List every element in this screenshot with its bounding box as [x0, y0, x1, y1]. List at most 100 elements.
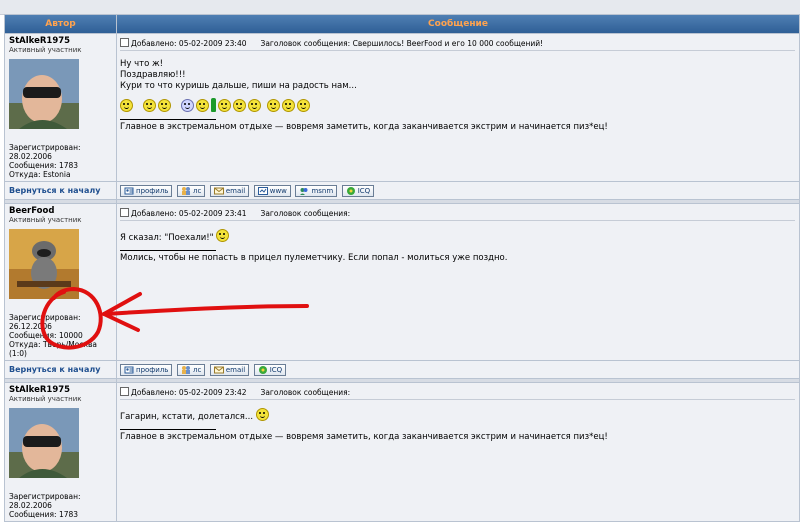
profile-button[interactable]: профиль: [120, 363, 173, 376]
avatar: [9, 408, 79, 478]
back-to-top-link[interactable]: Вернуться к началу: [9, 186, 100, 195]
posted-label: Добавлено:: [131, 209, 177, 218]
avatar: [9, 229, 79, 299]
post-footer-buttons: профиль лс email www msnm ICQ: [117, 182, 799, 199]
envelope-icon: [214, 186, 224, 196]
from-label: Откуда:: [9, 170, 41, 179]
smiley-icon: [297, 98, 310, 112]
post-text-line: Поздравляю!!!: [120, 70, 186, 80]
post-message-cell: Добавлено: 05-02-2009 23:40 Заголовок соо…: [117, 34, 799, 181]
message-count: 1783: [58, 510, 79, 519]
from-label: Откуда:: [9, 340, 41, 349]
messages-label: Сообщения:: [9, 510, 57, 519]
web-icon: [258, 186, 268, 196]
post-date: 05-02-2009 23:42: [178, 388, 247, 397]
author-details: Зарегистрирован: 26.12.2006 Сообщения: 1…: [9, 313, 112, 358]
post-message-cell: Добавлено: 05-02-2009 23:42 Заголовок соо…: [117, 383, 799, 521]
author-rank: Активный участник: [9, 395, 82, 403]
back-to-top-link[interactable]: Вернуться к началу: [9, 365, 100, 374]
post-text-line: Ну что ж!: [120, 59, 164, 69]
forum-topic-table: Автор Сообщение StAlkeR1975 Активный уча…: [4, 14, 800, 522]
post-signature: Главное в экстремальном отдыхе — вовремя…: [120, 432, 608, 442]
envelope-icon: [214, 365, 224, 375]
post-date: 05-02-2009 23:41: [178, 209, 247, 218]
smiley-icon: [248, 98, 261, 112]
signature-divider: [120, 429, 216, 430]
post-date: 05-02-2009 23:40: [178, 39, 247, 48]
post-footer-left: Вернуться к началу: [5, 361, 116, 378]
smiley-icon: [216, 229, 230, 242]
post-message-cell: Добавлено: 05-02-2009 23:41 Заголовок соо…: [117, 204, 799, 360]
post-body: Гагарин, кстати, долетался... Главное в …: [120, 408, 799, 443]
post-meta: Добавлено: 05-02-2009 23:41 Заголовок соо…: [120, 208, 795, 221]
post-footer-row: Вернуться к началу профиль лс email www …: [5, 182, 799, 199]
bottle-icon: [211, 98, 216, 112]
users-icon: [181, 186, 191, 196]
post-author-cell: StAlkeR1975 Активный участник Зарегистри…: [5, 383, 116, 521]
post-subject: Свершилось! BeerFood и его 10 000 сообще…: [352, 39, 544, 48]
posted-label: Добавлено:: [131, 388, 177, 397]
post-author-cell: BeerFood Активный участник Зарегистриров…: [5, 204, 116, 360]
post-signature: Главное в экстремальном отдыхе — вовремя…: [120, 122, 608, 132]
smiley-icon: [143, 98, 156, 112]
post-row: StAlkeR1975 Активный участник Зарегистри…: [5, 383, 799, 521]
registered-date: 26.12.2006: [9, 322, 52, 331]
email-button[interactable]: email: [209, 184, 250, 197]
author-rank: Активный участник: [9, 46, 82, 54]
messages-label: Сообщения:: [9, 161, 57, 170]
post-footer-buttons: профиль лс email ICQ: [117, 361, 799, 378]
post-meta: Добавлено: 05-02-2009 23:40 Заголовок соо…: [120, 38, 795, 51]
author-name[interactable]: StAlkeR1975: [9, 36, 112, 46]
subject-label: Заголовок сообщения:: [260, 209, 351, 218]
www-button-label: www: [269, 186, 287, 195]
author-name[interactable]: BeerFood: [9, 206, 112, 216]
pm-button[interactable]: лс: [176, 363, 206, 376]
icq-flower-icon: [346, 186, 356, 196]
posted-label: Добавлено:: [131, 39, 177, 48]
msn-icon: [299, 186, 309, 196]
profile-icon: [124, 365, 134, 375]
post-row: StAlkeR1975 Активный участник Зарегистри…: [5, 34, 799, 181]
smiley-icon: [233, 98, 246, 112]
smiley-icon: [158, 98, 171, 112]
post-meta: Добавлено: 05-02-2009 23:42 Заголовок соо…: [120, 387, 795, 400]
top-bar: [0, 0, 800, 15]
pm-button[interactable]: лс: [176, 184, 206, 197]
msnm-button[interactable]: msnm: [295, 184, 338, 197]
icq-button[interactable]: ICQ: [341, 184, 375, 197]
post-text-line: Кури то что куришь дальше, пиши на радос…: [120, 81, 357, 91]
post-signature: Молись, чтобы не попасть в прицел пулеме…: [120, 253, 508, 263]
profile-button[interactable]: профиль: [120, 184, 173, 197]
post-separator: [5, 200, 799, 203]
post-body: Я сказал: "Поехали!" Молись, чтобы не по…: [120, 229, 799, 264]
icq-button[interactable]: ICQ: [253, 363, 287, 376]
author-location: Estonia: [42, 170, 71, 179]
smiley-icon: [282, 98, 295, 112]
avatar: [9, 59, 79, 129]
pm-button-label: лс: [192, 365, 202, 374]
post-icon: [120, 208, 129, 217]
author-location-extra: (1:0): [9, 349, 27, 358]
email-button-label: email: [225, 186, 246, 195]
registered-date: 28.02.2006: [9, 152, 52, 161]
profile-button-label: профиль: [136, 186, 169, 195]
signature-divider: [120, 119, 216, 120]
author-location: Тверь/Москва: [42, 340, 98, 349]
post-row: BeerFood Активный участник Зарегистриров…: [5, 204, 799, 360]
message-column-header: Сообщение: [117, 15, 799, 33]
icq-button-label: ICQ: [357, 186, 371, 195]
smiley-icon: [181, 98, 194, 112]
author-name[interactable]: StAlkeR1975: [9, 385, 112, 395]
post-footer-left: Вернуться к началу: [5, 182, 116, 199]
registered-label: Зарегистрирован:: [9, 313, 81, 322]
smiley-row: [120, 97, 799, 113]
email-button[interactable]: email: [209, 363, 250, 376]
www-button[interactable]: www: [253, 184, 291, 197]
post-separator: [5, 379, 799, 382]
message-count: 1783: [58, 161, 79, 170]
profile-icon: [124, 186, 134, 196]
smiley-icon: [196, 98, 209, 112]
post-icon: [120, 38, 129, 47]
post-text-line: Я сказал: "Поехали!": [120, 233, 214, 243]
message-count: 10000: [58, 331, 83, 340]
